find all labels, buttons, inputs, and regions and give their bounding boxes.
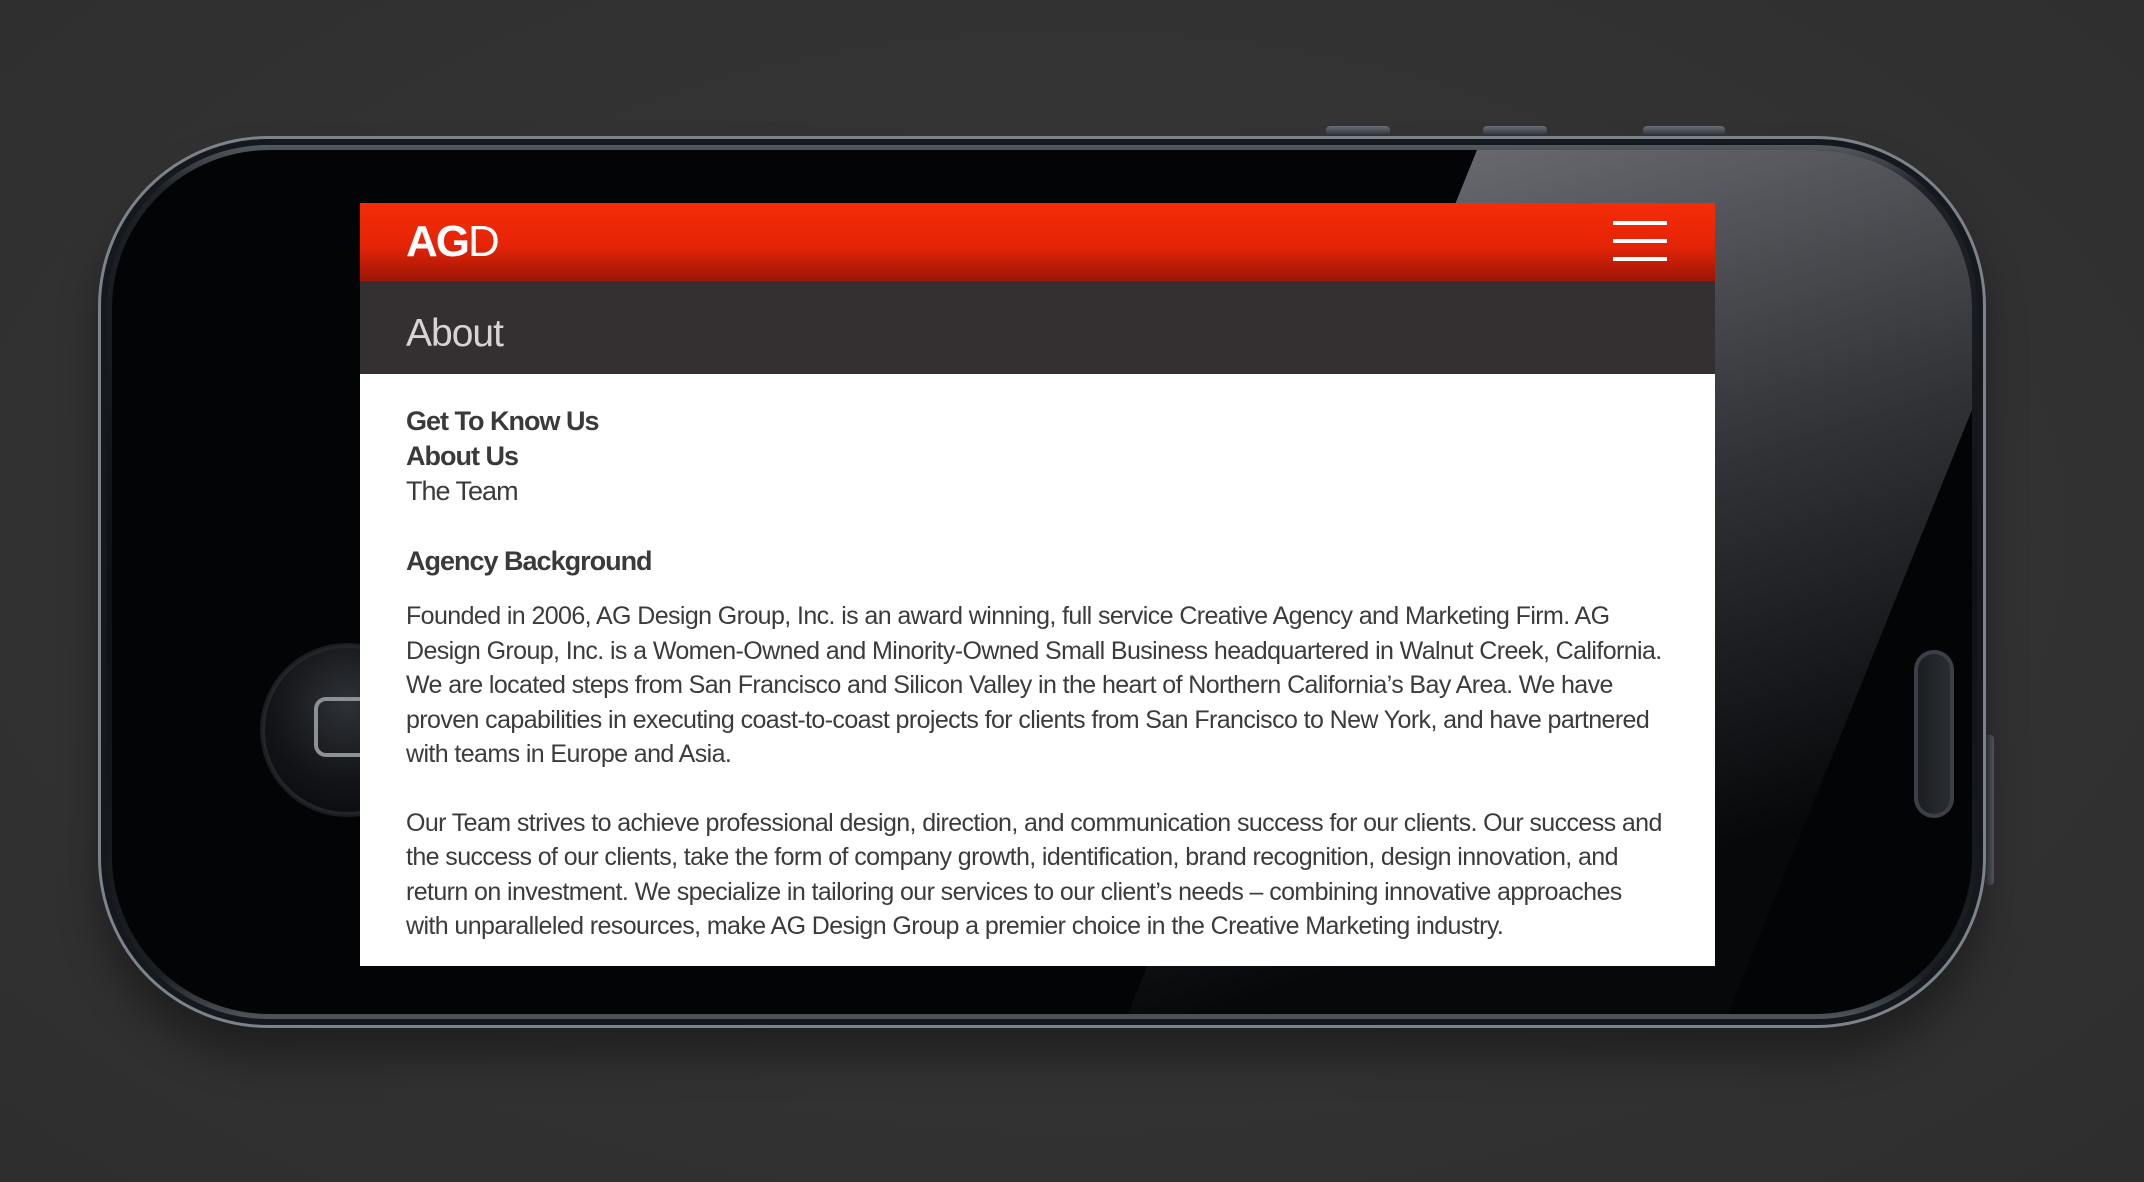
page-title: About: [406, 312, 504, 355]
page-title-bar: About: [360, 281, 1715, 374]
subnav-heading: Get To Know Us: [406, 406, 600, 436]
subnav-item-about-us[interactable]: About Us: [406, 439, 1669, 474]
paragraph-founded: Founded in 2006, AG Design Group, Inc. i…: [406, 602, 1662, 768]
section-title: Agency Background: [406, 546, 653, 576]
hamburger-menu-icon[interactable]: [1613, 221, 1667, 261]
mute-switch: [1326, 126, 1390, 136]
menu-bar-bottom: [1613, 257, 1667, 261]
logo-bold-text: AG: [406, 217, 470, 266]
paragraph-our-team: Our Team strives to achieve professional…: [406, 808, 1662, 941]
background: AGD About Get To Know Us About Us The Te…: [0, 0, 2144, 1182]
phone-screen: AGD About Get To Know Us About Us The Te…: [360, 203, 1715, 966]
site-header: AGD: [360, 203, 1715, 281]
logo-thin-text: D: [468, 217, 500, 266]
earpiece-speaker: [1914, 650, 1954, 818]
menu-bar-top: [1613, 221, 1667, 225]
agd-logo[interactable]: AGD: [406, 217, 500, 267]
menu-bar-middle: [1613, 239, 1667, 243]
subnav-item-the-team[interactable]: The Team: [406, 474, 1669, 509]
volume-up-button: [1483, 126, 1547, 136]
volume-down-button: [1643, 126, 1725, 136]
main-content: Get To Know Us About Us The Team Agency …: [360, 374, 1715, 944]
